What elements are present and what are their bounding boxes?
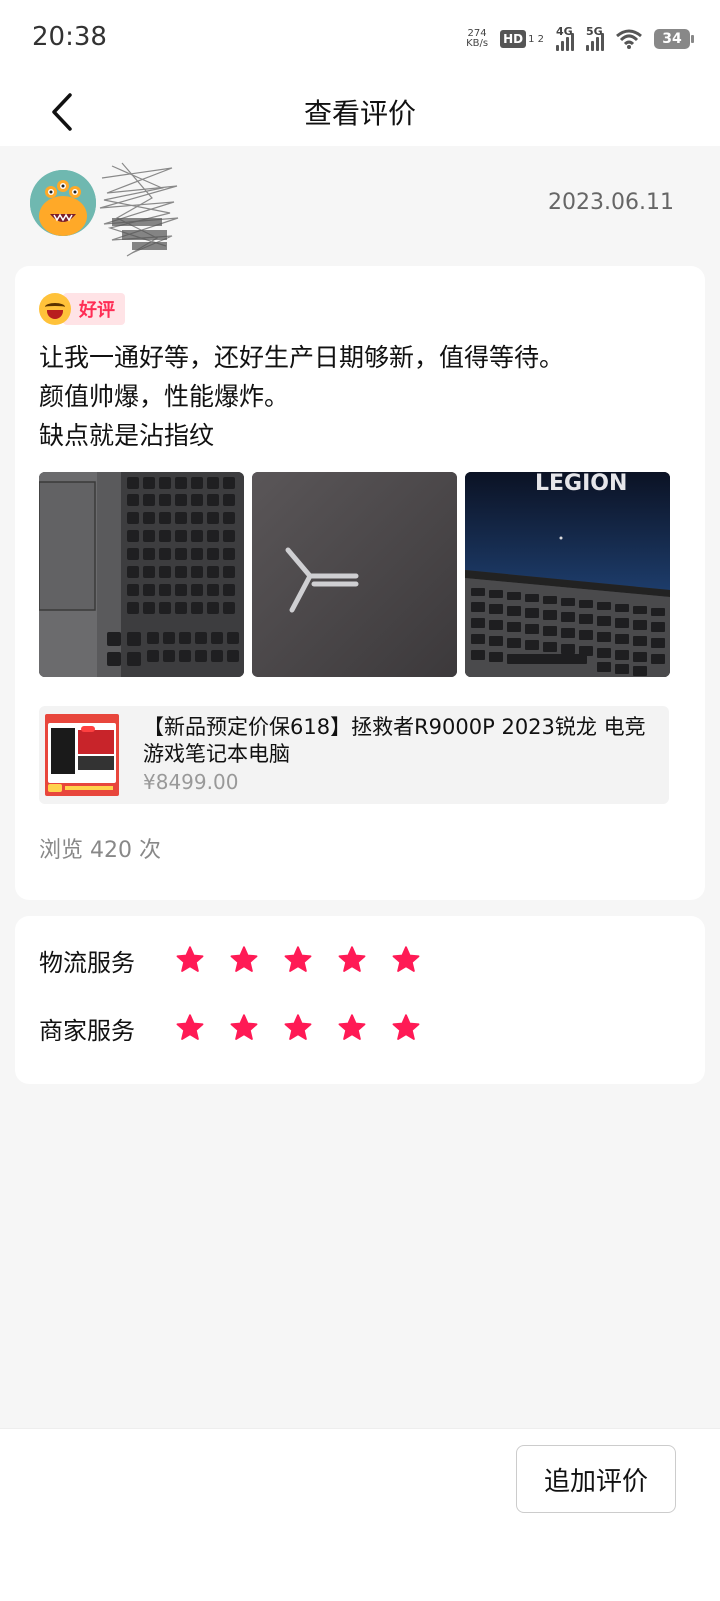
product-card[interactable]: 【新品预定价保618】拯救者R9000P 2023锐龙 电竞游戏笔记本电脑 ¥8… — [39, 706, 669, 804]
star-icon — [392, 1014, 420, 1040]
network-speed: 274 KB/s — [466, 29, 488, 49]
status-icons: 274 KB/s HD 1 2 4G 5G 34 — [466, 24, 694, 54]
review-line: 缺点就是沾指纹 — [39, 421, 215, 450]
merchant-rating-row: 商家服务 — [39, 1008, 421, 1048]
good-review-badge: 好评 — [39, 292, 125, 326]
legion-screen-text: LEGION — [535, 472, 627, 496]
review-line: 颜值帅爆，性能爆炸。 — [39, 382, 290, 411]
star-rating — [175, 1013, 421, 1043]
add-review-button[interactable]: 追加评价 — [516, 1445, 676, 1513]
laptop-ad-thumbnail-icon — [45, 714, 119, 796]
product-price: ¥8499.00 — [143, 770, 239, 794]
status-time: 20:38 — [32, 22, 107, 52]
wifi-icon — [616, 29, 642, 49]
view-count: 浏览 420 次 — [39, 838, 161, 863]
hd-icon: HD — [500, 30, 527, 48]
signal-5g-icon: 5G — [586, 25, 604, 51]
signal-5g-label: 5G — [586, 25, 603, 38]
nav-bar: 查看评价 — [0, 78, 720, 146]
review-photos: LEGION — [39, 472, 670, 677]
page-title: 查看评价 — [303, 97, 416, 130]
lid-logo-photo-image — [252, 472, 457, 677]
review-line: 让我一通好等，还好生产日期够新，值得等待。 — [39, 343, 565, 372]
star-icon — [392, 946, 420, 972]
review-card: 好评 让我一通好等，还好生产日期够新，值得等待。 颜值帅爆，性能爆炸。 缺点就是… — [15, 266, 705, 900]
star-rating — [175, 945, 421, 975]
keyboard-photo[interactable] — [39, 472, 244, 677]
star-icon — [176, 946, 204, 972]
status-bar: 20:38 274 KB/s HD 1 2 4G 5G 34 — [0, 0, 720, 78]
keyboard-photo-image — [39, 472, 244, 677]
star-icon — [230, 1014, 258, 1040]
avatar[interactable] — [30, 170, 96, 236]
network-speed-unit: KB/s — [466, 38, 489, 49]
legion-screen-photo-image: LEGION — [465, 472, 670, 677]
lid-logo-photo[interactable] — [252, 472, 457, 677]
logistics-rating-row: 物流服务 — [39, 940, 421, 980]
hd-sub-label: 1 2 — [528, 33, 544, 45]
reviewer-header: 2023.06.11 — [0, 146, 720, 266]
username-redacted — [99, 162, 179, 257]
star-icon — [284, 1014, 312, 1040]
badge-label: 好评 — [63, 293, 125, 325]
rating-label: 商家服务 — [39, 1016, 135, 1045]
star-icon — [284, 946, 312, 972]
service-ratings-card: 物流服务 商家服务 — [15, 916, 705, 1084]
review-date: 2023.06.11 — [548, 190, 674, 215]
battery-icon: 34 — [654, 29, 694, 49]
product-title: 【新品预定价保618】拯救者R9000P 2023锐龙 电竞游戏笔记本电脑 — [143, 715, 646, 766]
product-thumbnail — [45, 714, 119, 796]
laughing-face-icon — [39, 293, 71, 325]
bottom-action-bar: 追加评价 — [0, 1428, 720, 1601]
signal-4g-label: 4G — [556, 25, 573, 38]
star-icon — [176, 1014, 204, 1040]
monster-avatar-icon — [30, 170, 96, 236]
star-icon — [338, 946, 366, 972]
star-icon — [338, 1014, 366, 1040]
signal-4g-icon: 4G — [556, 25, 574, 51]
star-icon — [230, 946, 258, 972]
rating-label: 物流服务 — [39, 948, 135, 977]
legion-screen-photo[interactable]: LEGION — [465, 472, 670, 677]
review-text: 让我一通好等，还好生产日期够新，值得等待。 颜值帅爆，性能爆炸。 缺点就是沾指纹 — [39, 338, 679, 455]
